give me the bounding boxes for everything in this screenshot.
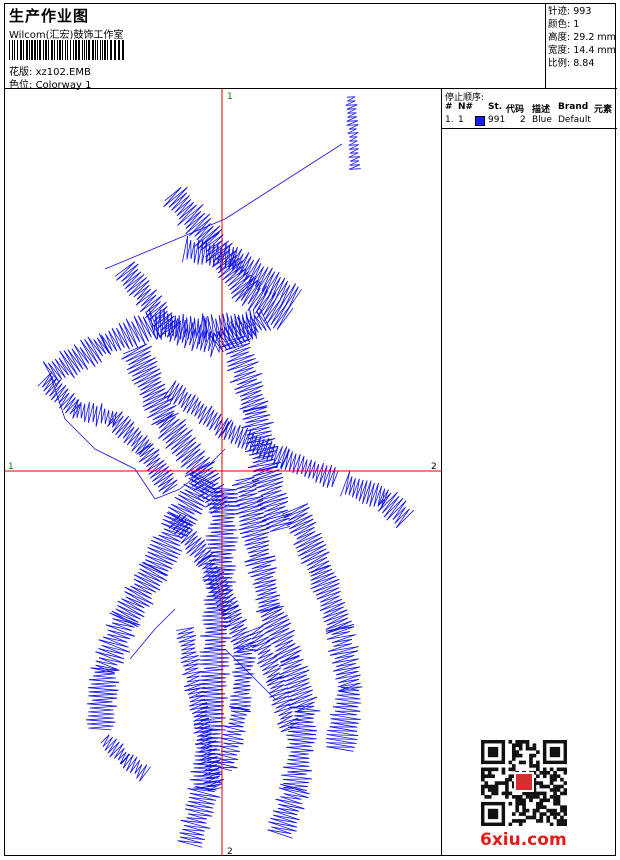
col-description: 描述 xyxy=(532,105,551,115)
axis-label-top: 1 xyxy=(227,92,233,102)
page-title: 生产作业图 xyxy=(9,7,90,25)
stop-sequence-panel: 停止顺序: # N# St. 代码 描述 Brand 元素 1. 1 991 2… xyxy=(442,89,617,129)
stats-panel: 针迹: 993 颜色: 1 高度: 29.2 mm 宽度: 14.4 mm 比例… xyxy=(546,4,617,89)
colors-label: 颜色: xyxy=(548,19,571,30)
embroidery-preview: 1 2 1 2 xyxy=(5,89,442,856)
row-stitches: 991 xyxy=(488,115,506,125)
stitches-value: 993 xyxy=(573,6,592,17)
row-needle: 1 xyxy=(458,115,464,125)
stitches-label: 针迹: xyxy=(548,6,571,17)
axis-label-bottom: 2 xyxy=(227,847,233,856)
col-index: # xyxy=(445,102,453,112)
design-canvas[interactable]: 1 2 1 2 xyxy=(5,89,442,856)
col-element: 元素 xyxy=(594,105,613,115)
width-stat: 宽度: 14.4 mm xyxy=(548,44,617,57)
stop-table-header: # N# St. 代码 描述 Brand 元素 xyxy=(444,102,616,115)
colors-value: 1 xyxy=(573,19,580,30)
software-name: Wilcom(汇宏)鼓饰工作室 xyxy=(9,30,124,41)
table-row[interactable]: 1. 1 991 2 Blue Default xyxy=(444,115,616,127)
col-stitches: St. xyxy=(488,102,503,112)
color-swatch xyxy=(475,116,485,126)
col-needle: N# xyxy=(458,102,474,112)
stitch-paths xyxy=(37,96,415,848)
row-index: 1. xyxy=(445,115,454,125)
stitches-stat: 针迹: 993 xyxy=(548,5,617,18)
row-description: Blue xyxy=(532,115,552,125)
axis-label-right: 2 xyxy=(431,462,437,472)
scale-label: 比例: xyxy=(548,58,571,69)
row-brand: Default xyxy=(558,115,591,125)
height-stat: 高度: 29.2 mm xyxy=(548,31,617,44)
header-panel: 生产作业图 Wilcom(汇宏)鼓饰工作室 花版: xz102.EMB 色位: … xyxy=(5,4,546,91)
qr-code-icon xyxy=(481,740,567,826)
row-code: 2 xyxy=(520,115,526,125)
width-value: 14.4 mm xyxy=(573,45,616,56)
barcode xyxy=(9,40,124,60)
scale-value: 8.84 xyxy=(573,58,595,69)
watermark-logo: 6xiu.com xyxy=(480,830,567,850)
height-label: 高度: xyxy=(548,32,571,43)
width-label: 宽度: xyxy=(548,45,571,56)
axis-label-left: 1 xyxy=(8,462,14,472)
worksheet-frame: 生产作业图 Wilcom(汇宏)鼓饰工作室 花版: xz102.EMB 色位: … xyxy=(4,3,617,856)
col-brand: Brand xyxy=(558,102,589,112)
scale-stat: 比例: 8.84 xyxy=(548,57,617,70)
height-value: 29.2 mm xyxy=(573,32,616,43)
colors-stat: 颜色: 1 xyxy=(548,18,617,31)
col-code: 代码 xyxy=(506,105,525,115)
